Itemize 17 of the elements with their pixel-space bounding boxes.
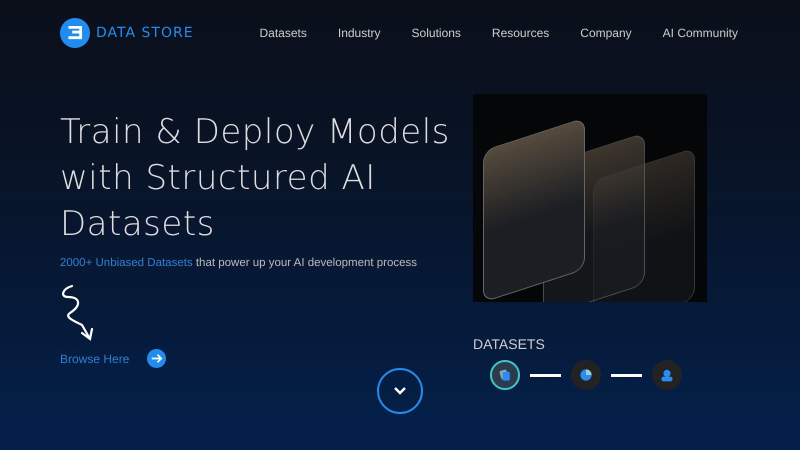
nav-link[interactable]: Datasets	[260, 26, 307, 40]
browse-link[interactable]: Browse Here	[60, 352, 130, 366]
logo-icon	[60, 18, 90, 48]
chart-step-icon[interactable]	[571, 360, 601, 390]
arrow-right-icon[interactable]	[147, 349, 166, 368]
scroll-down-button[interactable]	[377, 368, 423, 414]
cards-step-icon[interactable]	[490, 360, 520, 390]
nav-link[interactable]: AI Community	[662, 26, 738, 40]
brand-name[interactable]: DATA STORE	[96, 25, 194, 41]
person-step-icon[interactable]	[652, 360, 682, 390]
nav-link[interactable]: Solutions	[412, 26, 461, 40]
nav-link[interactable]: Resources	[492, 26, 550, 40]
hero-subtitle: 2000+ Unbiased Datasets that power up your AI development process	[60, 257, 418, 269]
datasets-title: DATASETS	[473, 336, 546, 352]
nav-link[interactable]: Company	[580, 26, 632, 40]
nav-link[interactable]: Industry	[338, 26, 381, 40]
hero-heading: Train & Deploy Models with Structured AI Datasets	[60, 111, 451, 246]
